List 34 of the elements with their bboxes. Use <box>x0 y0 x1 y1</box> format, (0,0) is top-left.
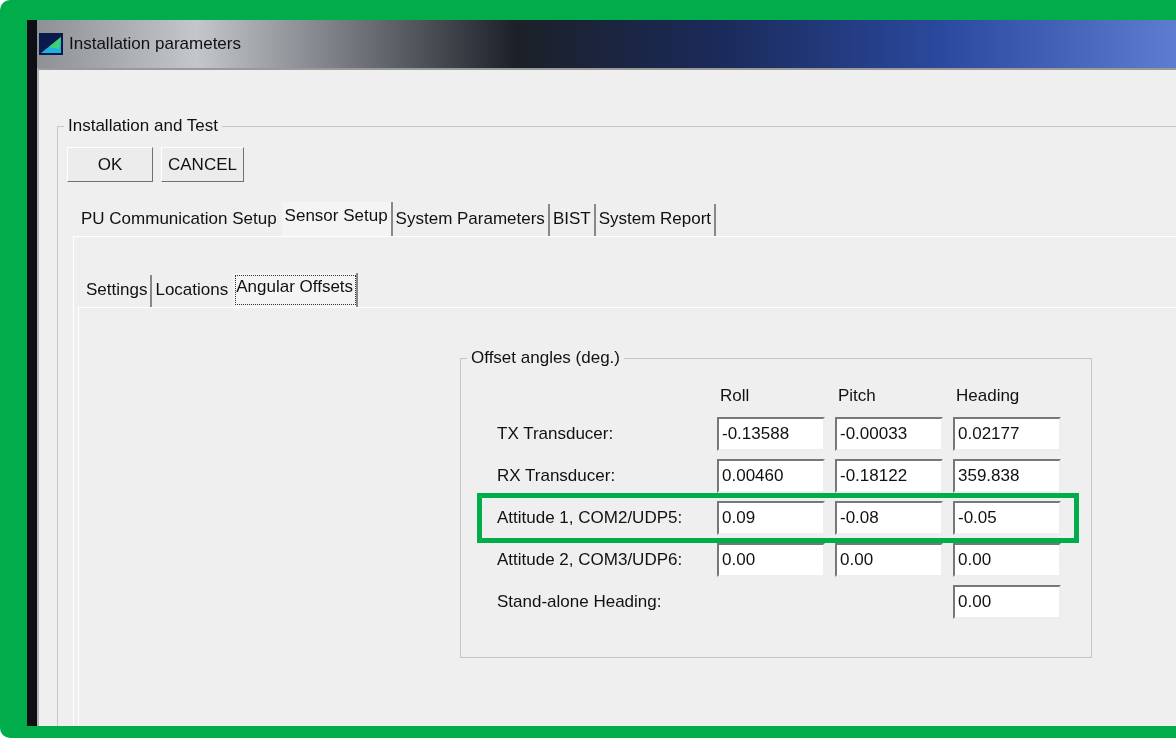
tab[interactable]: Angular Offsets <box>233 273 359 307</box>
tab[interactable]: Settings <box>78 275 153 307</box>
row-label: TX Transducer: <box>496 423 615 445</box>
number-field[interactable]: 0.02177 <box>953 417 1061 451</box>
column-header: Roll <box>719 385 751 407</box>
window-title: Installation parameters <box>69 34 241 54</box>
number-field[interactable]: 0.00 <box>835 543 943 577</box>
number-field[interactable]: 0.00 <box>717 543 825 577</box>
number-field[interactable]: -0.18122 <box>835 459 943 493</box>
row-label: RX Transducer: <box>496 465 617 487</box>
number-field[interactable]: -0.08 <box>835 501 943 535</box>
number-field[interactable]: 0.00 <box>953 585 1061 619</box>
number-field[interactable]: -0.00033 <box>835 417 943 451</box>
tab[interactable]: BIST <box>549 204 596 236</box>
app-icon <box>39 33 63 55</box>
dialog-button[interactable]: OK <box>67 147 153 182</box>
row-label: Attitude 1, COM2/UDP5: <box>496 507 684 529</box>
dialog-button[interactable]: CANCEL <box>161 147 244 182</box>
number-field[interactable]: 359.838 <box>953 459 1061 493</box>
row-label: Attitude 2, COM3/UDP6: <box>496 549 684 571</box>
tab[interactable]: System Report <box>595 204 717 236</box>
tab[interactable]: System Parameters <box>392 204 550 236</box>
column-header: Pitch <box>837 385 877 407</box>
tab[interactable]: PU Communication Setup <box>73 204 282 236</box>
number-field[interactable]: 0.09 <box>717 501 825 535</box>
number-field[interactable]: 0.00 <box>953 543 1061 577</box>
tab[interactable]: Locations <box>152 275 234 307</box>
group-title: Offset angles (deg.) <box>467 348 624 368</box>
row-label: Stand-alone Heading: <box>496 591 663 613</box>
column-header: Heading <box>955 385 1021 407</box>
number-field[interactable]: -0.13588 <box>717 417 825 451</box>
number-field[interactable]: 0.00460 <box>717 459 825 493</box>
tab[interactable]: Sensor Setup <box>281 202 393 236</box>
number-field[interactable]: -0.05 <box>953 501 1061 535</box>
